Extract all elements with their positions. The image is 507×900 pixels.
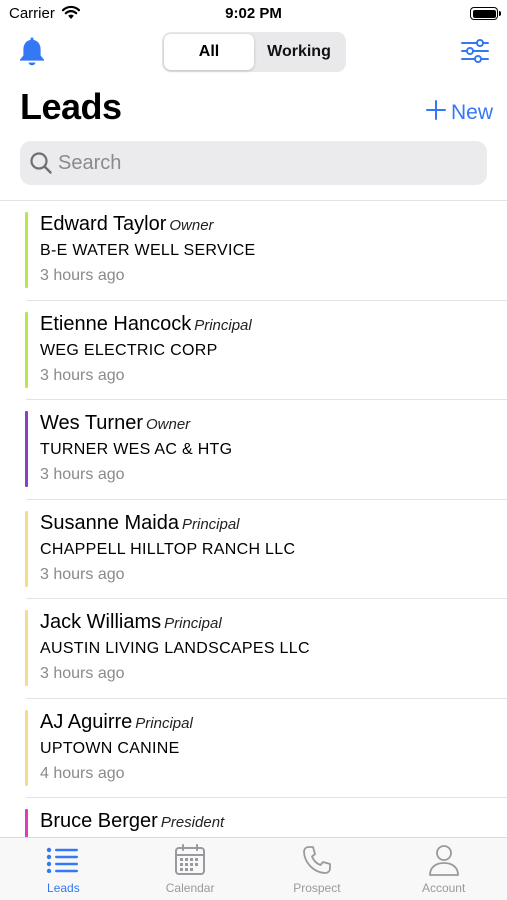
tab-bar: Leads Calendar Prospect Account	[0, 837, 507, 900]
phone-icon	[299, 842, 335, 878]
person-icon	[426, 842, 462, 878]
lead-timestamp: 4 hours ago	[40, 764, 125, 782]
plus-icon	[425, 100, 446, 126]
tab-leads[interactable]: Leads	[0, 838, 127, 900]
lead-row-jack-williams[interactable]: Jack Williams Principal AUSTIN LIVING LAN…	[0, 599, 507, 699]
notifications-button[interactable]	[16, 36, 48, 70]
lead-title: Owner	[169, 217, 214, 234]
leads-list: Edward Taylor Owner B-E WATER WELL SERVIC…	[0, 201, 507, 837]
lead-timestamp: 3 hours ago	[40, 466, 125, 483]
battery-icon	[470, 7, 501, 20]
lead-name: Susanne Maida	[40, 511, 179, 534]
lead-title: Principal	[194, 316, 252, 334]
lead-company: AUSTIN LIVING LANDSCAPES LLC	[40, 640, 310, 657]
tab-label: Calendar	[165, 881, 215, 895]
lead-filter-segmented-control: All Working	[162, 32, 346, 72]
lead-title: Principal	[164, 615, 222, 632]
lead-status-indicator	[25, 510, 28, 587]
search-icon	[28, 150, 54, 176]
lead-timestamp: 3 hours ago	[40, 366, 125, 384]
tab-account[interactable]: Account	[380, 838, 507, 900]
lead-name: AJ Aguirre	[40, 710, 133, 733]
lead-status-indicator	[25, 311, 28, 388]
segment-working[interactable]: Working	[254, 34, 344, 70]
search-bar	[20, 141, 487, 185]
tab-label: Account	[421, 881, 466, 895]
lead-status-indicator	[25, 809, 28, 837]
status-bar: Carrier 9:02 PM	[0, 0, 507, 28]
new-lead-button[interactable]: New	[425, 100, 493, 126]
lead-title: Principal	[135, 714, 193, 732]
lead-title: Principal	[181, 515, 240, 533]
tab-label: Prospect	[293, 881, 341, 895]
lead-name: Bruce Berger	[40, 810, 158, 832]
leads-screen: Carrier 9:02 PM All Working Leads New Se…	[0, 0, 507, 900]
lead-status-indicator	[25, 610, 28, 686]
tab-calendar[interactable]: Calendar	[127, 838, 254, 900]
lead-status-indicator	[25, 212, 28, 288]
calendar-icon	[172, 842, 208, 878]
lead-company: TURNER WES AC & HTG	[40, 441, 233, 458]
lead-title: Owner	[146, 416, 191, 433]
lead-timestamp: 3 hours ago	[40, 665, 125, 682]
tab-prospect[interactable]: Prospect	[254, 838, 381, 900]
lead-row-bruce-berger[interactable]: Bruce Berger President	[0, 798, 507, 837]
lead-name: Etienne Hancock	[40, 312, 192, 335]
lead-company: UPTOWN CANINE	[40, 739, 180, 757]
filter-button[interactable]	[459, 38, 491, 68]
tab-label: Leads	[47, 881, 80, 895]
lead-company: CHAPPELL HILLTOP RANCH LLC	[40, 540, 296, 558]
page-title: Leads	[20, 86, 122, 127]
lead-name: Jack Williams	[40, 611, 162, 633]
lead-company: WEG ELECTRIC CORP	[40, 341, 218, 359]
lead-title: President	[160, 814, 225, 831]
segment-all[interactable]: All	[164, 34, 254, 70]
list-icon	[45, 842, 81, 878]
lead-row-susanne-maida[interactable]: Susanne Maida Principal CHAPPELL HILLTOP …	[0, 500, 507, 600]
lead-row-edward-taylor[interactable]: Edward Taylor Owner B-E WATER WELL SERVIC…	[0, 201, 507, 301]
bell-icon	[18, 35, 46, 72]
lead-timestamp: 3 hours ago	[40, 267, 125, 284]
lead-status-indicator	[25, 411, 28, 487]
lead-row-etienne-hancock[interactable]: Etienne Hancock Principal WEG ELECTRIC CO…	[0, 301, 507, 401]
search-input[interactable]	[58, 151, 458, 175]
sliders-icon	[460, 38, 490, 69]
lead-row-aj-aguirre[interactable]: AJ Aguirre Principal UPTOWN CANINE 4 hour…	[0, 699, 507, 799]
lead-status-indicator	[25, 709, 28, 786]
clock: 9:02 PM	[225, 5, 282, 22]
lead-row-wes-turner[interactable]: Wes Turner Owner TURNER WES AC & HTG 3 ho…	[0, 400, 507, 500]
lead-name: Wes Turner	[40, 412, 143, 434]
lead-timestamp: 3 hours ago	[40, 565, 125, 583]
lead-name: Edward Taylor	[40, 213, 167, 235]
new-lead-label: New	[450, 101, 493, 124]
lead-company: B-E WATER WELL SERVICE	[40, 242, 256, 259]
